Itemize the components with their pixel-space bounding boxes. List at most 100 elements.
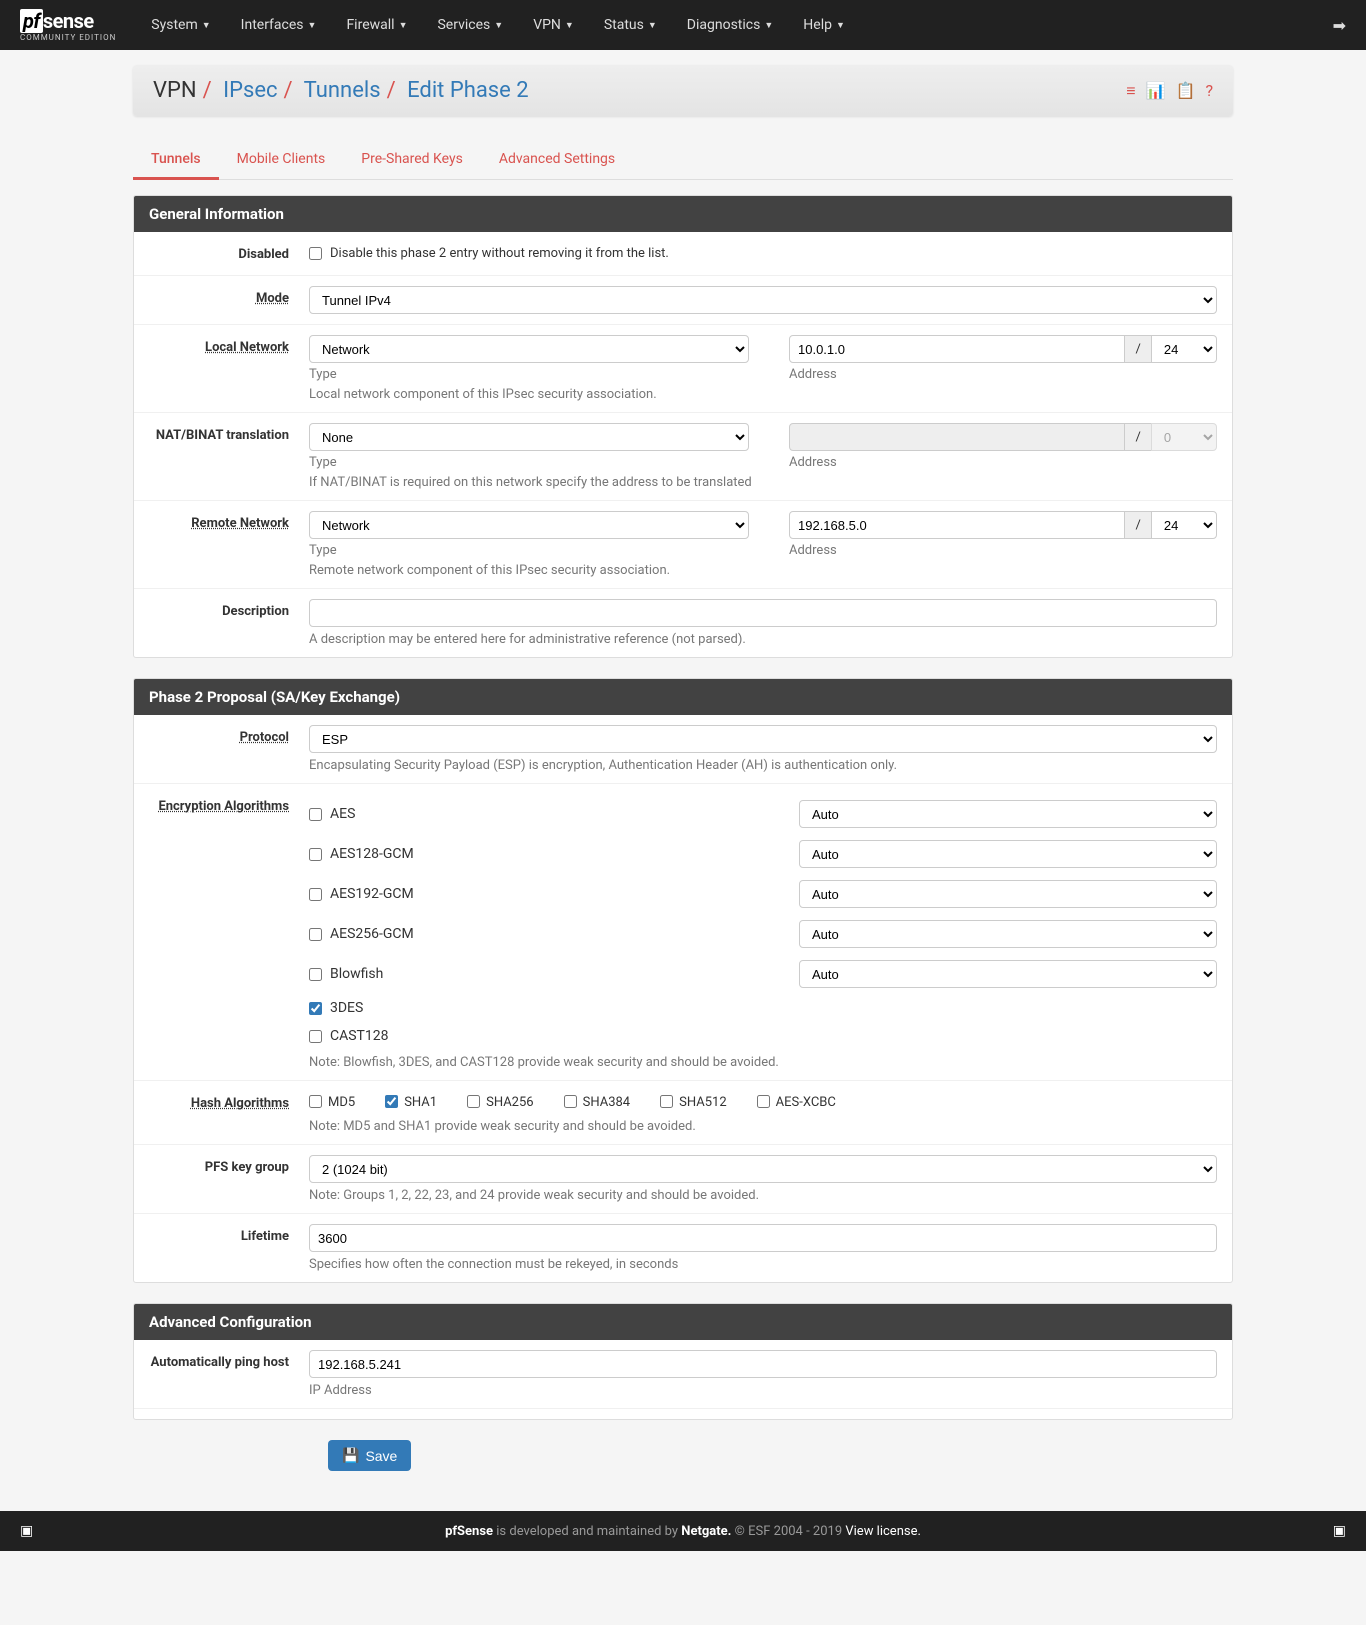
pinghost-input[interactable] — [309, 1350, 1217, 1378]
nat-mask-select: 0 — [1151, 423, 1217, 451]
label-desc: Description — [149, 599, 309, 619]
tab-mobile-clients[interactable]: Mobile Clients — [219, 141, 344, 179]
desc-input[interactable] — [309, 599, 1217, 627]
label-enc: Encryption Algorithms — [149, 794, 309, 814]
nav-diagnostics[interactable]: Diagnostics▼ — [672, 17, 788, 33]
caret-icon: ▼ — [764, 20, 773, 31]
local-mask-select[interactable]: 24 — [1151, 335, 1217, 363]
tab-advanced[interactable]: Advanced Settings — [481, 141, 633, 179]
footer-mid2: © ESF 2004 - 2019 — [731, 1524, 845, 1539]
enc-aes192gcm-select[interactable]: Auto — [799, 880, 1217, 908]
enc-aes192gcm-cb[interactable] — [309, 888, 322, 901]
nat-addr-sublabel: Address — [789, 455, 1217, 470]
nav-firewall[interactable]: Firewall▼ — [331, 17, 422, 33]
label-pfs: PFS key group — [149, 1155, 309, 1175]
label-pinghost: Automatically ping host — [149, 1350, 309, 1370]
save-label: Save — [365, 1448, 397, 1464]
panel-advanced: Advanced Configuration Automatically pin… — [133, 1303, 1233, 1420]
tab-psk[interactable]: Pre-Shared Keys — [343, 141, 481, 179]
local-addr-input[interactable] — [789, 335, 1125, 363]
remote-mask-select[interactable]: 24 — [1151, 511, 1217, 539]
label-disabled: Disabled — [149, 242, 309, 262]
hash-sha384-cb[interactable] — [564, 1095, 577, 1108]
breadcrumb-panel: VPN/ IPsec/ Tunnels/ Edit Phase 2 ≡ 📊 📋 … — [133, 65, 1233, 116]
nav-status[interactable]: Status▼ — [589, 17, 672, 33]
local-type-select[interactable]: Network — [309, 335, 749, 363]
local-net-help: Local network component of this IPsec se… — [309, 387, 1217, 402]
caret-icon: ▼ — [565, 20, 574, 31]
save-button[interactable]: 💾 Save — [328, 1440, 411, 1471]
nav-help[interactable]: Help▼ — [788, 17, 860, 33]
brand-logo[interactable]: pfsense COMMUNITY EDITION — [20, 9, 116, 42]
panel-general: General Information Disabled Disable thi… — [133, 195, 1233, 658]
enc-note: Note: Blowfish, 3DES, and CAST128 provid… — [309, 1055, 1217, 1070]
logout-icon[interactable]: ➡ — [1333, 16, 1346, 35]
caret-icon: ▼ — [399, 20, 408, 31]
enc-aes128gcm-cb[interactable] — [309, 848, 322, 861]
label-mode: Mode — [149, 286, 309, 306]
protocol-select[interactable]: ESP — [309, 725, 1217, 753]
hash-sha1-label: SHA1 — [404, 1095, 437, 1110]
breadcrumb-root: VPN — [153, 78, 197, 103]
log-icon[interactable]: 📋 — [1176, 81, 1196, 101]
caret-icon: ▼ — [648, 20, 657, 31]
stats-icon[interactable]: 📊 — [1146, 81, 1166, 101]
disabled-help: Disable this phase 2 entry without remov… — [330, 246, 669, 261]
remote-type-select[interactable]: Network — [309, 511, 749, 539]
enc-aes256gcm-cb[interactable] — [309, 928, 322, 941]
footer-netgate: Netgate. — [681, 1524, 731, 1539]
settings-icon[interactable]: ≡ — [1126, 81, 1135, 101]
navbar: pfsense COMMUNITY EDITION System▼ Interf… — [0, 0, 1366, 50]
enc-aes-select[interactable]: Auto — [799, 800, 1217, 828]
nav-vpn[interactable]: VPN▼ — [518, 17, 589, 33]
local-addr-sublabel: Address — [789, 367, 1217, 382]
mode-select[interactable]: Tunnel IPv4 — [309, 286, 1217, 314]
footer-license-link[interactable]: View license. — [845, 1524, 921, 1539]
enc-cast128-cb[interactable] — [309, 1030, 322, 1043]
nav-services[interactable]: Services▼ — [422, 17, 518, 33]
panel-heading-advanced: Advanced Configuration — [134, 1304, 1232, 1340]
lifetime-input[interactable] — [309, 1224, 1217, 1252]
help-icon[interactable]: ? — [1205, 81, 1213, 101]
local-type-sublabel: Type — [309, 367, 749, 382]
enc-blowfish-select[interactable]: Auto — [799, 960, 1217, 988]
breadcrumb-ipsec[interactable]: IPsec — [223, 78, 277, 103]
breadcrumb-edit[interactable]: Edit Phase 2 — [407, 78, 529, 103]
breadcrumb-tunnels[interactable]: Tunnels — [304, 78, 381, 103]
enc-3des-cb[interactable] — [309, 1002, 322, 1015]
enc-blowfish-label: Blowfish — [330, 966, 383, 982]
desc-help: A description may be entered here for ad… — [309, 632, 1217, 647]
enc-aes128gcm-select[interactable]: Auto — [799, 840, 1217, 868]
disabled-checkbox[interactable] — [309, 247, 322, 260]
footer-brand: pfSense — [445, 1524, 493, 1539]
nav-system[interactable]: System▼ — [136, 17, 225, 33]
hash-sha256-cb[interactable] — [467, 1095, 480, 1108]
hash-sha512-label: SHA512 — [679, 1095, 727, 1110]
enc-blowfish-cb[interactable] — [309, 968, 322, 981]
enc-aes256gcm-label: AES256-GCM — [330, 926, 414, 942]
scroll-top-icon-2[interactable]: ▣ — [1333, 1523, 1346, 1539]
enc-cast128-label: CAST128 — [330, 1028, 389, 1044]
enc-aes128gcm-label: AES128-GCM — [330, 846, 414, 862]
label-hash: Hash Algorithms — [149, 1091, 309, 1111]
hash-sha1-cb[interactable] — [385, 1095, 398, 1108]
hash-sha256-label: SHA256 — [486, 1095, 534, 1110]
hash-aesxcbc-cb[interactable] — [757, 1095, 770, 1108]
tabs: Tunnels Mobile Clients Pre-Shared Keys A… — [133, 141, 1233, 180]
caret-icon: ▼ — [836, 20, 845, 31]
hash-md5-cb[interactable] — [309, 1095, 322, 1108]
slash-sep: / — [1125, 335, 1150, 363]
nat-type-select[interactable]: None — [309, 423, 749, 451]
hash-sha512-cb[interactable] — [660, 1095, 673, 1108]
remote-addr-input[interactable] — [789, 511, 1125, 539]
nav-interfaces[interactable]: Interfaces▼ — [226, 17, 332, 33]
caret-icon: ▼ — [202, 20, 211, 31]
protocol-help: Encapsulating Security Payload (ESP) is … — [309, 758, 1217, 773]
scroll-top-icon[interactable]: ▣ — [20, 1523, 33, 1539]
tab-tunnels[interactable]: Tunnels — [133, 141, 219, 180]
enc-aes256gcm-select[interactable]: Auto — [799, 920, 1217, 948]
remote-type-sublabel: Type — [309, 543, 749, 558]
enc-aes-cb[interactable] — [309, 808, 322, 821]
pfs-note: Note: Groups 1, 2, 22, 23, and 24 provid… — [309, 1188, 1217, 1203]
pfs-select[interactable]: 2 (1024 bit) — [309, 1155, 1217, 1183]
